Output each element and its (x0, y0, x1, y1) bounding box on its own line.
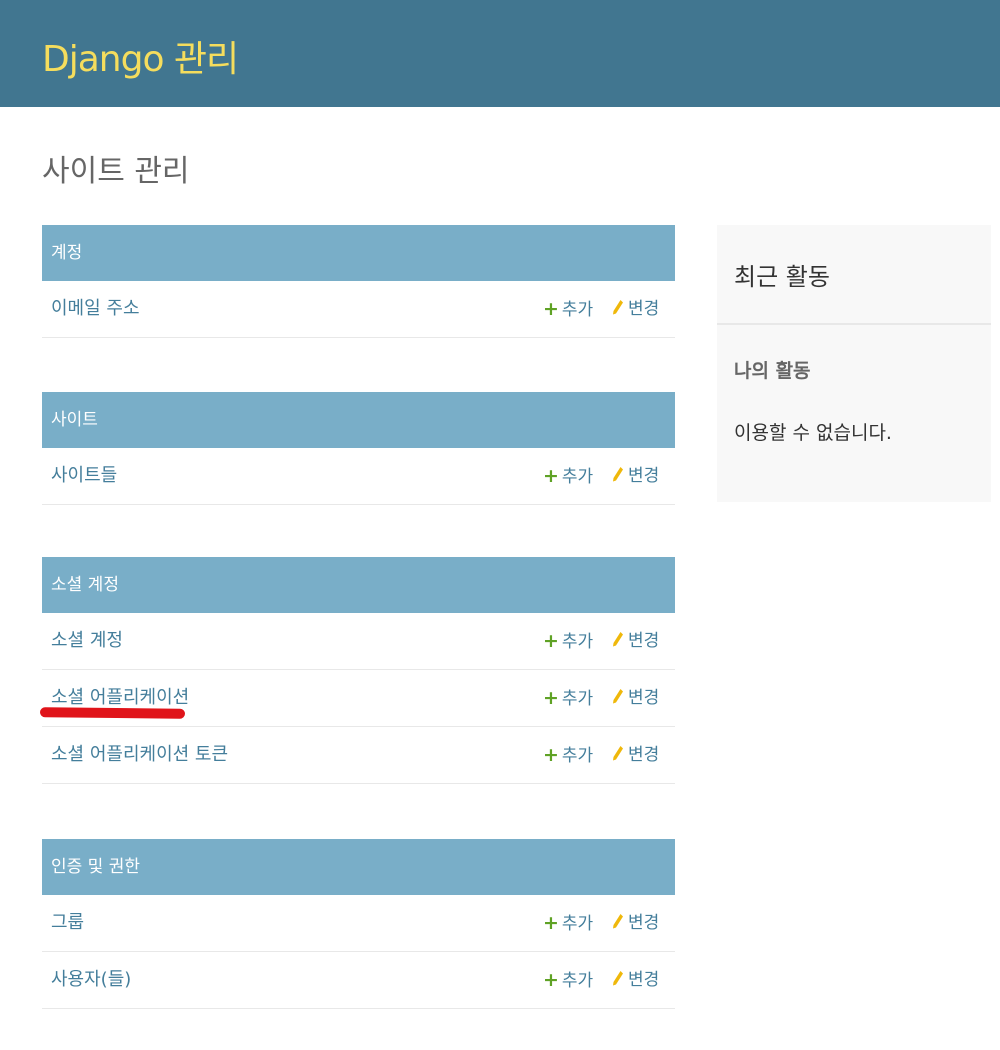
model-link[interactable]: 이메일 주소 (51, 281, 140, 337)
add-label: 추가 (561, 300, 594, 320)
pencil-icon (613, 632, 623, 647)
plus-icon: + (543, 630, 559, 652)
pencil-icon (613, 746, 623, 761)
change-link[interactable]: 변경 (612, 727, 659, 783)
app-module-account: 계정 이메일 주소 + 추가 변경 (42, 225, 675, 338)
model-row: 소셜 어플리케이션 + 추가 변경 (42, 670, 675, 727)
plus-icon: + (543, 465, 559, 487)
model-row: 그룹 + 추가 변경 (42, 895, 675, 952)
model-row: 사이트들 + 추가 변경 (42, 448, 675, 505)
pencil-icon (613, 689, 623, 704)
app-module-auth: 인증 및 권한 그룹 + 추가 변경 사용자(들) + 추가 변경 (42, 839, 675, 1009)
model-row: 사용자(들) + 추가 변경 (42, 952, 675, 1009)
change-label: 변경 (628, 913, 660, 933)
pencil-icon (613, 914, 623, 929)
change-label: 변경 (628, 745, 660, 765)
site-brand[interactable]: Django 관리 (42, 30, 239, 82)
app-module-socialaccount: 소셜 계정 소셜 계정 + 추가 변경 소셜 어플리케이션 + 추가 변경 소셜 어… (42, 557, 675, 784)
pencil-icon (613, 467, 623, 482)
add-label: 추가 (561, 467, 594, 487)
model-link[interactable]: 소셜 계정 (51, 613, 123, 669)
model-row: 소셜 계정 + 추가 변경 (42, 613, 675, 670)
model-row: 이메일 주소 + 추가 변경 (42, 281, 675, 338)
site-header: Django 관리 (0, 0, 1000, 107)
plus-icon: + (543, 744, 559, 766)
divider (717, 323, 991, 325)
add-link[interactable]: + 추가 (543, 727, 593, 784)
change-label: 변경 (628, 466, 660, 486)
model-link[interactable]: 소셜 어플리케이션 토큰 (51, 727, 228, 783)
pencil-icon (613, 300, 623, 315)
change-link[interactable]: 변경 (612, 670, 659, 726)
change-link[interactable]: 변경 (612, 895, 659, 951)
change-label: 변경 (628, 970, 660, 990)
module-caption[interactable]: 계정 (42, 225, 675, 281)
pencil-icon (613, 971, 623, 986)
recent-actions-title: 최근 활동 (734, 263, 830, 291)
change-link[interactable]: 변경 (612, 448, 659, 504)
add-label: 추가 (561, 632, 594, 652)
plus-icon: + (543, 912, 559, 934)
change-link[interactable]: 변경 (612, 952, 659, 1008)
model-link[interactable]: 사이트들 (51, 448, 117, 504)
change-label: 변경 (628, 688, 660, 708)
add-link[interactable]: + 추가 (543, 670, 593, 727)
change-label: 변경 (628, 299, 660, 319)
model-link[interactable]: 사용자(들) (51, 952, 131, 1008)
add-label: 추가 (561, 914, 594, 934)
add-link[interactable]: + 추가 (543, 281, 593, 338)
app-module-sites: 사이트 사이트들 + 추가 변경 (42, 392, 675, 505)
model-row: 소셜 어플리케이션 토큰 + 추가 변경 (42, 727, 675, 784)
add-link[interactable]: + 추가 (543, 895, 593, 952)
change-label: 변경 (628, 631, 660, 651)
add-link[interactable]: + 추가 (543, 613, 593, 670)
add-label: 추가 (561, 746, 594, 766)
page-title: 사이트 관리 (42, 154, 190, 189)
add-link[interactable]: + 추가 (543, 448, 593, 505)
add-label: 추가 (561, 689, 594, 709)
change-link[interactable]: 변경 (612, 281, 659, 337)
add-label: 추가 (561, 971, 594, 991)
plus-icon: + (543, 298, 559, 320)
add-link[interactable]: + 추가 (543, 952, 593, 1009)
plus-icon: + (543, 687, 559, 709)
module-caption[interactable]: 소셜 계정 (42, 557, 675, 613)
my-actions-heading: 나의 활동 (734, 360, 811, 382)
red-underline-annotation (39, 707, 186, 719)
no-actions-text: 이용할 수 없습니다. (734, 422, 892, 444)
model-link[interactable]: 그룹 (51, 895, 84, 951)
change-link[interactable]: 변경 (612, 613, 659, 669)
plus-icon: + (543, 969, 559, 991)
module-caption[interactable]: 사이트 (42, 392, 675, 448)
module-caption[interactable]: 인증 및 권한 (42, 839, 675, 895)
